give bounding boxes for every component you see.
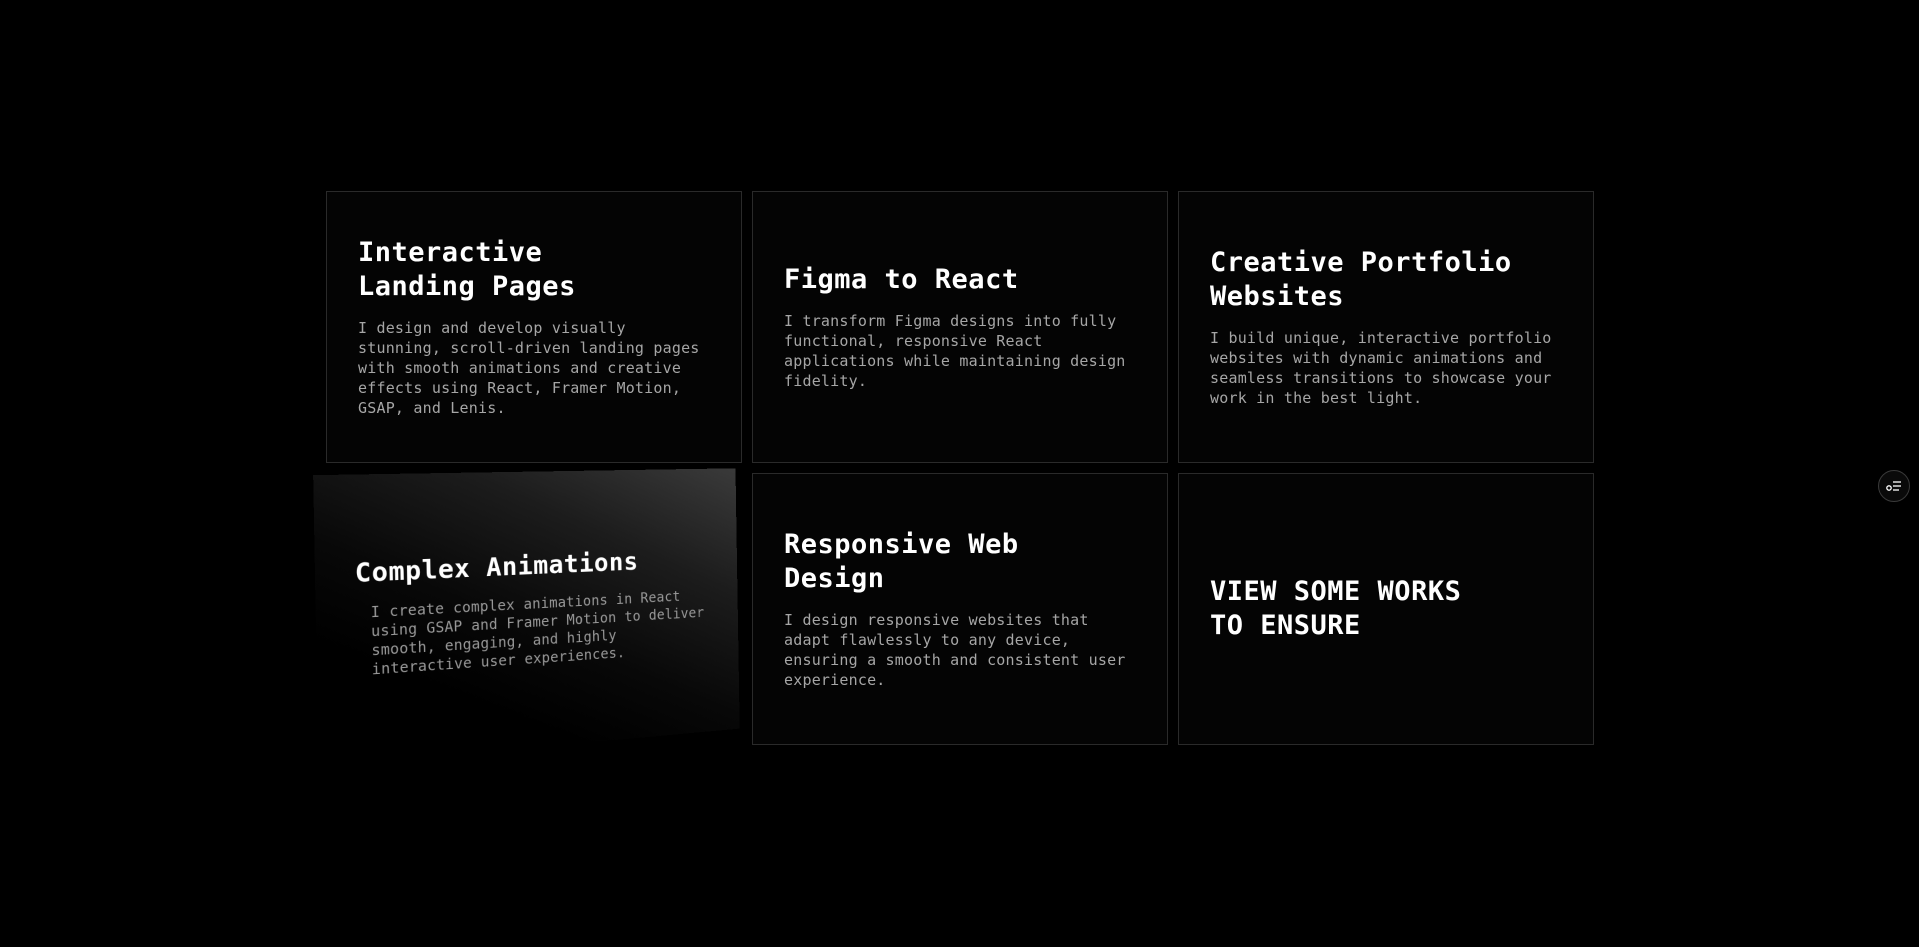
title-line-1: Figma to React — [784, 264, 1019, 295]
service-card-title: Complex Animations — [354, 544, 704, 589]
service-card-interactive-landing-pages[interactable]: Interactive Landing Pages I design and d… — [326, 191, 742, 463]
service-card-complex-animations-wrapper: Complex Animations I create complex anim… — [313, 468, 750, 768]
service-card-figma-to-react[interactable]: Figma to React I transform Figma designs… — [752, 191, 1168, 463]
service-card-description: I build unique, interactive portfolio we… — [1210, 329, 1552, 407]
cta-line-2: TO ENSURE — [1210, 610, 1361, 641]
title-line-1: Complex Animations — [354, 546, 639, 589]
service-card-description: I create complex animations in React usi… — [370, 588, 705, 679]
view-works-card[interactable]: VIEW SOME WORKS TO ENSURE — [1178, 473, 1594, 745]
title-line-2: Landing Pages — [358, 271, 576, 302]
cta-line-1: VIEW SOME WORKS — [1210, 576, 1462, 607]
settings-list-icon — [1886, 477, 1902, 496]
title-line-1: Creative Portfolio — [1210, 247, 1512, 278]
title-line-2: Websites — [1210, 281, 1345, 312]
title-line-2: Design — [784, 563, 885, 594]
service-card-title: Interactive Landing Pages — [358, 236, 710, 304]
service-card-creative-portfolio-websites[interactable]: Creative Portfolio Websites I build uniq… — [1178, 191, 1594, 463]
service-card-responsive-web-design[interactable]: Responsive Web Design I design responsiv… — [752, 473, 1168, 745]
service-card-title: Creative Portfolio Websites — [1210, 246, 1562, 314]
service-card-description: I design and develop visually stunning, … — [358, 319, 700, 417]
services-section: Interactive Landing Pages I design and d… — [0, 0, 1919, 947]
view-works-link[interactable]: VIEW SOME WORKS TO ENSURE — [1210, 575, 1562, 643]
title-line-1: Responsive Web — [784, 529, 1019, 560]
side-menu-button[interactable] — [1878, 470, 1910, 502]
service-card-complex-animations[interactable]: Complex Animations I create complex anim… — [313, 468, 740, 768]
title-line-1: Interactive — [358, 237, 543, 268]
service-card-description: I transform Figma designs into fully fun… — [784, 312, 1126, 390]
service-card-title: Responsive Web Design — [784, 528, 1136, 596]
service-card-description: I design responsive websites that adapt … — [784, 611, 1126, 689]
service-card-title: Figma to React — [784, 263, 1136, 297]
